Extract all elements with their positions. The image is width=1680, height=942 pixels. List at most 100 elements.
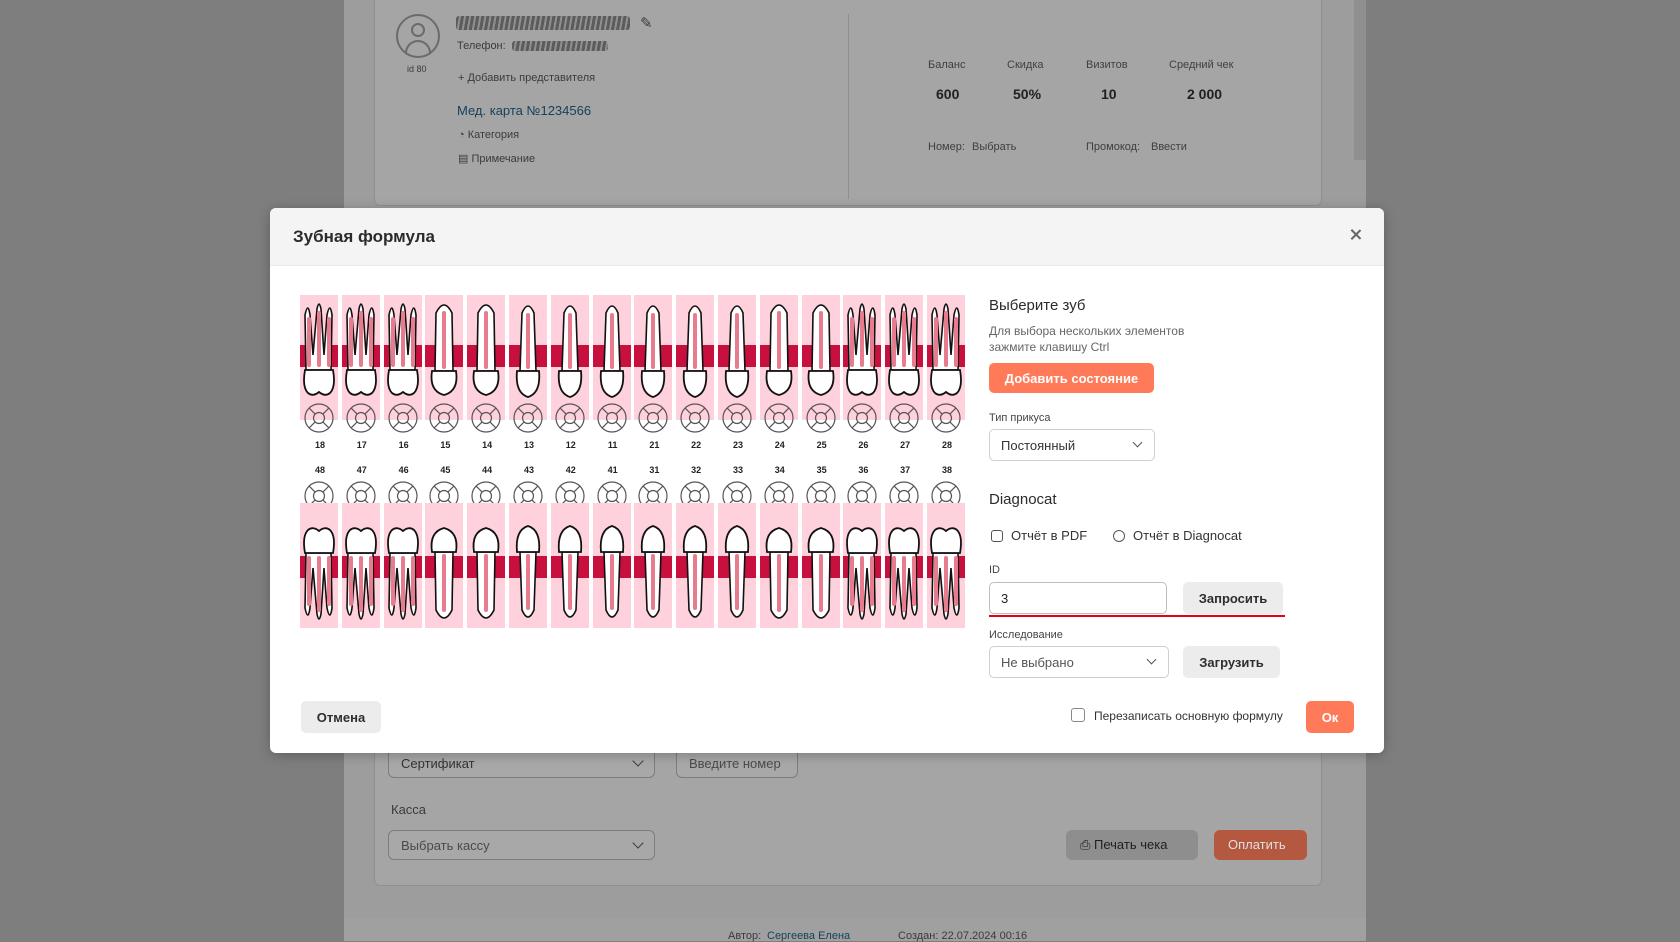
print-receipt-label: Печать чека <box>1094 837 1168 852</box>
bite-type-label: Тип прикуса <box>989 412 1051 424</box>
add-representative-link[interactable]: + Добавить представителя <box>458 72 595 84</box>
id-label: ID <box>989 564 1000 576</box>
tooth-13-surface-icon[interactable] <box>509 401 547 435</box>
tooth-15-surface-icon[interactable] <box>425 401 463 435</box>
tooth-number: 15 <box>440 440 451 450</box>
print-receipt-button[interactable]: ⎙ Печать чека <box>1066 830 1198 860</box>
ok-button[interactable]: Ок <box>1306 701 1354 733</box>
pencil-icon[interactable]: ✎ <box>640 14 653 32</box>
select-tooth-title: Выберите зуб <box>989 297 1086 314</box>
tooth-38-drawing <box>930 527 962 620</box>
tooth-number: 35 <box>816 465 827 475</box>
tooth-48-drawing <box>303 527 335 620</box>
report-pdf-label: Отчёт в PDF <box>1011 528 1088 543</box>
tooth-17-surface-icon[interactable] <box>342 401 380 435</box>
tooth-26-surface-icon[interactable] <box>843 401 881 435</box>
note-item[interactable]: ▤ Примечание <box>458 152 535 165</box>
load-button[interactable]: Загрузить <box>1183 646 1280 678</box>
tooth-24-surface-icon[interactable] <box>760 401 798 435</box>
tooth-number: 41 <box>607 465 618 475</box>
avg-check-value: 2 000 <box>1187 86 1223 102</box>
tooth-number: 32 <box>691 465 702 475</box>
cash-select[interactable]: Выбрать кассу <box>388 830 655 860</box>
tooth-18-surface-icon[interactable] <box>300 401 338 435</box>
modal-header: Зубная формула <box>270 208 1384 266</box>
tooth-number: 25 <box>816 440 827 450</box>
tooth-number: 28 <box>941 440 952 450</box>
tooth-number: 16 <box>398 440 409 450</box>
tooth-number: 14 <box>482 440 493 450</box>
tooth-number: 18 <box>314 440 325 450</box>
author-link[interactable]: Сергеева Елена <box>767 930 850 942</box>
tooth-21-surface-icon[interactable] <box>634 401 672 435</box>
tooth-35-drawing <box>807 527 834 619</box>
overwrite-checkbox[interactable] <box>1071 708 1085 722</box>
tooth-16-surface-icon[interactable] <box>384 401 422 435</box>
balance-label: Баланс <box>928 59 966 71</box>
tooth-34-drawing <box>765 527 793 619</box>
avg-check-label: Средний чек <box>1169 59 1234 71</box>
tooth-12-surface-icon[interactable] <box>551 401 589 435</box>
study-select-value: Не выбрано <box>1001 655 1074 670</box>
bite-type-value: Постоянный <box>1001 438 1076 453</box>
tooth-number: 12 <box>565 440 576 450</box>
tooth-number: 26 <box>858 440 869 450</box>
page-scrollbar[interactable] <box>1354 0 1366 160</box>
cancel-button[interactable]: Отмена <box>301 701 381 733</box>
tooth-23-surface-icon[interactable] <box>718 401 756 435</box>
tooth-number: 31 <box>649 465 660 475</box>
visits-label: Визитов <box>1086 59 1128 71</box>
tooth-number: 47 <box>356 465 367 475</box>
tooth-number: 33 <box>732 465 743 475</box>
close-icon[interactable] <box>1346 225 1366 245</box>
report-diagnocat-link[interactable]: Отчёт в Diagnocat <box>1113 528 1242 543</box>
id-input[interactable]: 3 <box>989 582 1167 614</box>
select-hint-line1: Для выбора нескольких элементов <box>989 324 1185 338</box>
chevron-down-icon <box>1146 654 1157 665</box>
cash-select-value: Выбрать кассу <box>401 838 490 853</box>
pdf-file-icon <box>991 530 1003 542</box>
tooth-42-drawing <box>557 525 582 618</box>
promo-enter-link[interactable]: Ввести <box>1151 141 1187 153</box>
tooth-25-surface-icon[interactable] <box>802 401 840 435</box>
report-pdf-link[interactable]: Отчёт в PDF <box>991 528 1087 543</box>
tooth-number: 48 <box>314 465 325 475</box>
tooth-14-surface-icon[interactable] <box>467 401 505 435</box>
created-date: Создан: 22.07.2024 00:16 <box>898 930 1028 942</box>
tooth-36-drawing <box>846 527 879 620</box>
dental-formula-modal: Зубная формула 18 17 16 15 14 13 12 11 21 22 23 24 2… <box>270 208 1384 753</box>
tooth-22-surface-icon[interactable] <box>676 401 714 435</box>
med-card-link[interactable]: Мед. карта №1234566 <box>457 103 591 118</box>
tooth-number: 45 <box>440 465 451 475</box>
phone-label: Телефон: <box>457 40 506 52</box>
tooth-28-surface-icon[interactable] <box>927 401 965 435</box>
card-divider <box>848 14 849 199</box>
tooth-32-drawing <box>683 525 708 618</box>
number-select-link[interactable]: Выбрать <box>972 141 1016 153</box>
tooth-number: 24 <box>774 440 785 450</box>
pay-button[interactable]: Оплатить <box>1214 830 1307 860</box>
request-button[interactable]: Запросить <box>1183 582 1283 614</box>
tooth-number: 34 <box>774 465 785 475</box>
tooth-number: 36 <box>858 465 869 475</box>
category-item[interactable]: ◔ Категория <box>458 129 519 141</box>
tooth-number: 42 <box>565 465 576 475</box>
redacted-name <box>456 16 630 30</box>
printer-icon: ⎙ <box>1080 837 1095 852</box>
tooth-33-drawing <box>724 525 750 618</box>
tooth-number: 13 <box>523 440 534 450</box>
tooth-number: 22 <box>691 440 702 450</box>
redacted-phone <box>512 41 608 51</box>
bite-type-select[interactable]: Постоянный <box>989 429 1155 461</box>
author-label: Автор: <box>728 930 762 942</box>
study-select[interactable]: Не выбрано <box>989 646 1169 678</box>
balance-value: 600 <box>936 86 960 102</box>
discount-label: Скидка <box>1007 59 1044 71</box>
tooth-number: 11 <box>607 440 618 450</box>
tooth-11-surface-icon[interactable] <box>593 401 631 435</box>
tooth-number: 27 <box>900 440 911 450</box>
add-state-button[interactable]: Добавить состояние <box>989 363 1154 393</box>
overwrite-label: Перезаписать основную формулу <box>1094 709 1283 723</box>
tooth-27-surface-icon[interactable] <box>885 401 923 435</box>
annotation-underline <box>989 615 1285 617</box>
